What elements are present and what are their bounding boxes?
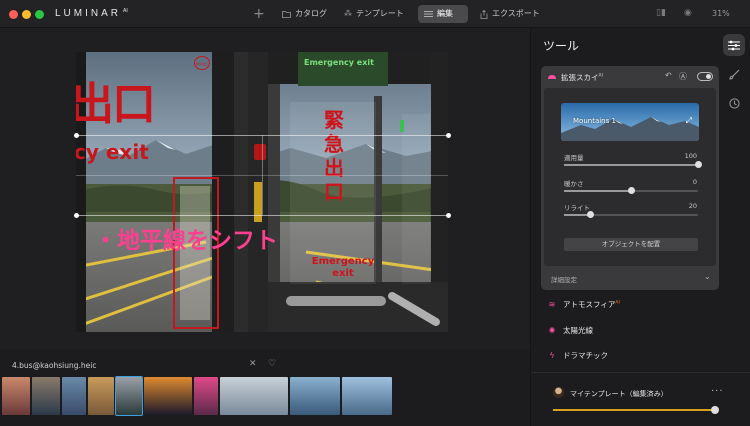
reject-x-icon[interactable]: ✕ <box>249 359 257 369</box>
visibility-toggle[interactable] <box>697 72 713 81</box>
sign-door-top: Emergency exit <box>304 58 374 67</box>
filmstrip <box>0 376 530 417</box>
filmstrip-thumbnail[interactable] <box>115 376 143 416</box>
panel-divider <box>531 372 750 373</box>
sliders-icon <box>424 11 433 17</box>
sky-preset-name: Mountains 1 <box>573 117 616 125</box>
sign-exit-kanji-left: 出口 <box>76 79 156 130</box>
template-amount-knob[interactable] <box>711 406 719 414</box>
canvas-area: 出口 cy exit 緊急出口 緊急出口 Emergency exit Emer… <box>0 28 530 350</box>
warmth-value: 0 <box>692 178 697 186</box>
tool-dramatic[interactable]: ϟ ドラマチック <box>541 345 719 365</box>
filmstrip-thumbnail[interactable] <box>32 377 60 415</box>
augmented-sky-tool: 拡張スカイAI ↶ Ⓐ Mountains 1 ⤢ 適用量 100 暖かさ 0 … <box>541 66 719 290</box>
amount-slider-knob[interactable] <box>694 161 702 168</box>
sparkle-wand-icon: ⁂ <box>344 9 352 18</box>
warmth-slider-fill <box>564 190 631 192</box>
amount-label: 適用量 <box>564 154 584 162</box>
waves-icon: ≋ <box>548 299 556 309</box>
crop-line-bottom <box>76 215 448 216</box>
chevron-down-icon: ⌄ <box>704 272 711 281</box>
filmstrip-thumbnail[interactable] <box>2 377 30 415</box>
template-amount-slider[interactable] <box>553 406 719 414</box>
tool-atmosphere[interactable]: ≋ アトモスフィアAI <box>541 294 719 314</box>
sliders-icon[interactable] <box>723 34 745 56</box>
avatar <box>553 387 564 398</box>
folder-icon <box>282 11 291 18</box>
template-amount-fill <box>553 409 717 411</box>
eye-icon[interactable]: ◉ <box>684 8 692 18</box>
favorite-heart-icon[interactable]: ♡ <box>268 359 276 369</box>
sun-rays-icon: ✺ <box>548 325 556 335</box>
warmth-slider-knob[interactable] <box>627 187 635 194</box>
brush-icon[interactable] <box>723 63 745 85</box>
amount-slider[interactable] <box>564 161 702 168</box>
horizon-handle-bottom-left[interactable] <box>74 213 79 218</box>
relight-value: 20 <box>688 202 697 210</box>
panel-side-icons <box>723 34 747 121</box>
tab-catalog[interactable]: カタログ <box>276 5 333 23</box>
add-photos-icon[interactable]: + <box>253 6 265 22</box>
filmstrip-thumbnail[interactable] <box>88 377 114 415</box>
window-minimize-button[interactable] <box>22 10 31 19</box>
tab-edit[interactable]: 編集 <box>418 5 468 23</box>
tab-templates[interactable]: ⁂ テンプレート <box>338 5 410 23</box>
horizon-handle-bottom-right[interactable] <box>446 213 451 218</box>
horizon-handle-top-right[interactable] <box>446 133 451 138</box>
filmstrip-thumbnail[interactable] <box>220 377 288 415</box>
my-template-row[interactable]: マイテンプレート（編集済み） ··· <box>553 386 723 400</box>
sign-exit-english-right: Emergency exit <box>311 256 375 279</box>
amount-value: 100 <box>684 152 697 160</box>
filmstrip-thumbnail[interactable] <box>62 377 86 415</box>
filmstrip-thumbnail[interactable] <box>290 377 340 415</box>
undo-icon[interactable]: ↶ <box>665 71 672 80</box>
advanced-settings-row[interactable]: 詳細設定 ⌄ <box>541 266 719 290</box>
app-logo: LUMINAR AI <box>55 8 128 19</box>
lightning-icon: ϟ <box>549 350 555 360</box>
advanced-settings-label: 詳細設定 <box>551 276 577 284</box>
augmented-sky-title: 拡張スカイAI <box>561 73 603 82</box>
window-close-button[interactable] <box>9 10 18 19</box>
my-template-label: マイテンプレート（編集済み） <box>570 390 668 398</box>
place-object-button[interactable]: オブジェクトを配置 <box>564 238 698 251</box>
relight-slider[interactable] <box>564 211 698 218</box>
compare-icon[interactable]: ▯▮ <box>656 8 666 18</box>
sign-badge: 緊急出口 <box>194 56 210 70</box>
relight-label: リライト <box>564 204 590 212</box>
sky-cloud-icon <box>548 75 556 79</box>
export-icon <box>480 9 488 19</box>
amount-slider-fill <box>564 164 698 166</box>
filmstrip-thumbnail[interactable] <box>144 377 192 415</box>
relight-slider-knob[interactable] <box>587 211 595 218</box>
augmented-sky-body: Mountains 1 ⤢ 適用量 100 暖かさ 0 リライト 20 オブジェ… <box>544 88 716 266</box>
panel-title: ツール <box>543 39 580 53</box>
warmth-label: 暖かさ <box>564 180 584 188</box>
tool-sun-rays[interactable]: ✺ 太陽光線 <box>541 320 719 340</box>
annotation-text: ・地平線をシフト <box>94 228 278 254</box>
sky-custom-icon[interactable]: ⤢ <box>686 116 692 126</box>
warmth-slider[interactable] <box>564 187 698 194</box>
sign-exit-english-left: cy exit <box>76 140 149 164</box>
tools-panel: ツール 拡張スカイAI ↶ Ⓐ Mountains 1 ⤢ 適用量 100 暖か… <box>530 28 750 426</box>
crop-line-mid-h <box>76 175 448 176</box>
clock-icon[interactable] <box>723 92 745 114</box>
horizon-handle-top-left[interactable] <box>74 133 79 138</box>
title-bar: LUMINAR AI + カタログ ⁂ テンプレート 編集 エクスポート ▯▮ ◉… <box>0 0 750 28</box>
more-options-icon[interactable]: ··· <box>711 386 724 397</box>
augmented-sky-header[interactable]: 拡張スカイAI ↶ Ⓐ <box>541 66 719 88</box>
window-zoom-button[interactable] <box>35 10 44 19</box>
ai-reset-icon[interactable]: Ⓐ <box>679 71 687 82</box>
tab-export[interactable]: エクスポート <box>474 5 546 23</box>
filmstrip-thumbnail[interactable] <box>194 377 218 415</box>
filmstrip-thumbnail[interactable] <box>342 377 392 415</box>
sign-exit-kanji-right: 緊急出口 <box>324 108 344 204</box>
zoom-level[interactable]: 31% <box>712 9 730 18</box>
filmstrip-header: 4.bus@kaohsiung.heic ✕ ♡ <box>0 356 530 374</box>
sky-preset-selector[interactable]: Mountains 1 ⤢ <box>561 103 699 141</box>
current-filename: 4.bus@kaohsiung.heic <box>12 361 97 370</box>
